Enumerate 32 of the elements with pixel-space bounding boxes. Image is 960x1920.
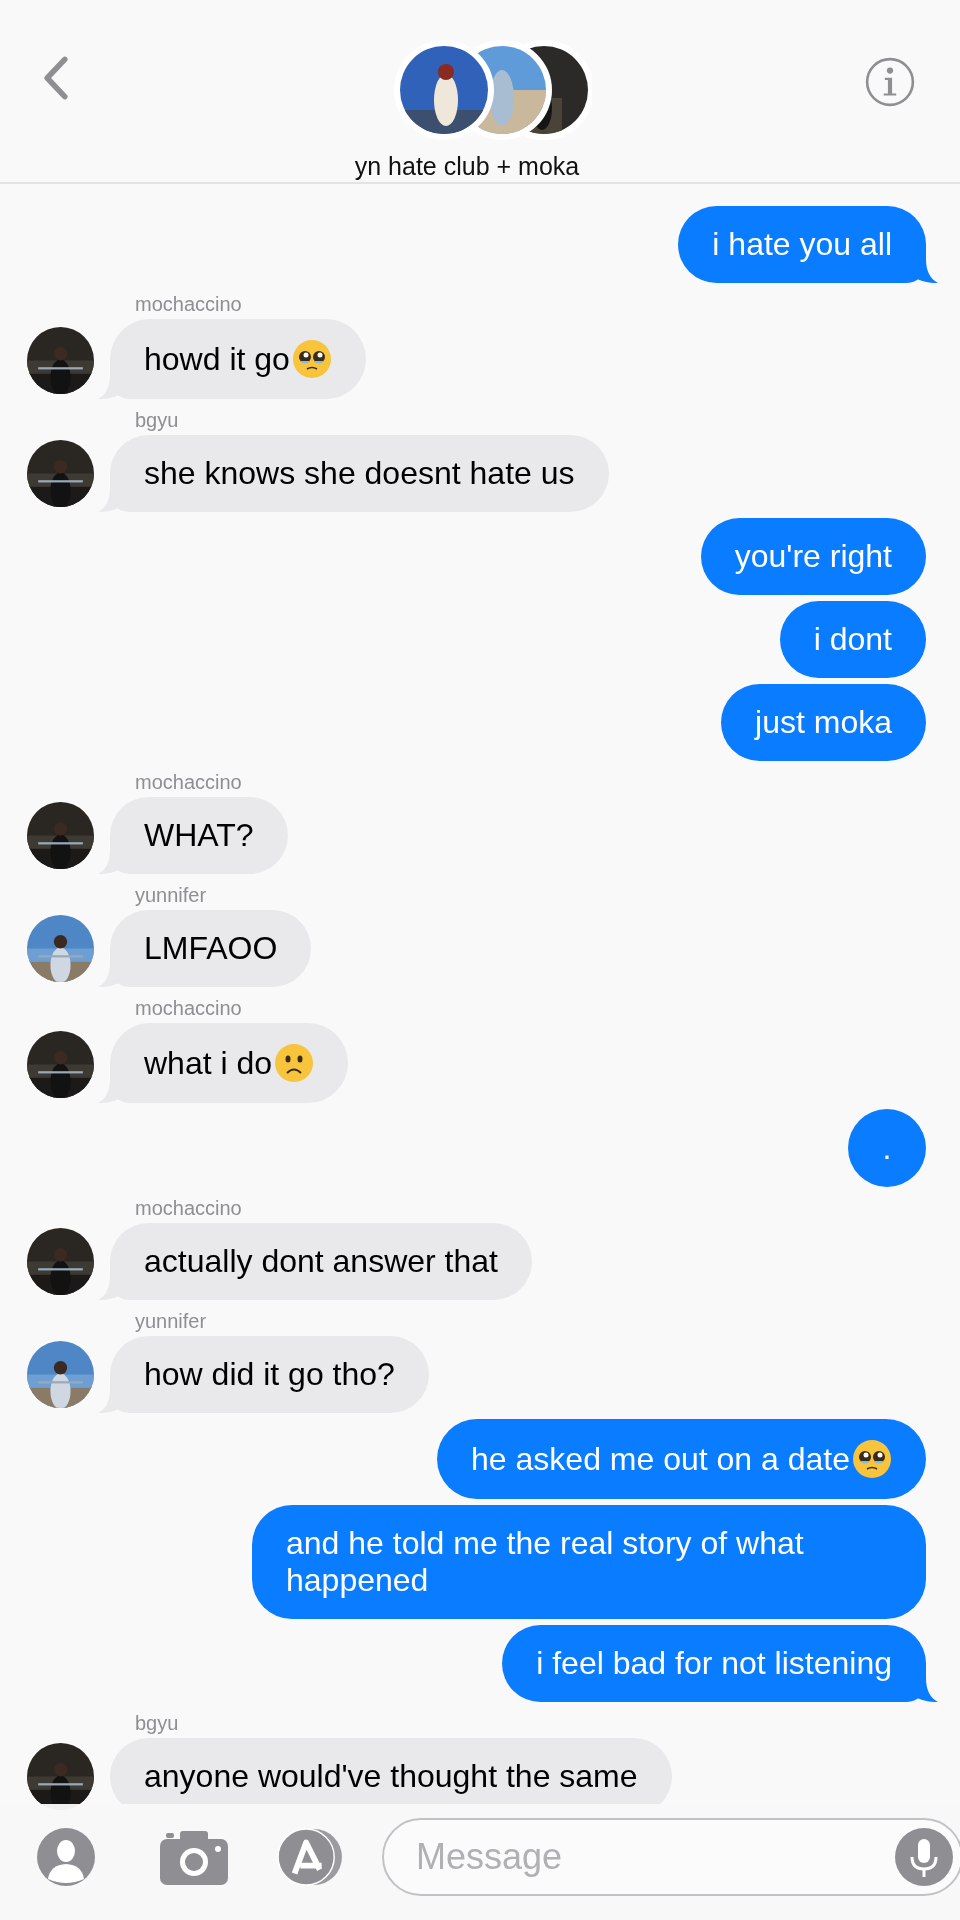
message-text: how did it go tho? (144, 1356, 395, 1393)
back-chevron-icon[interactable] (42, 56, 70, 100)
message-text: you're right (734, 538, 892, 575)
message-text: anyone would've thought the same (144, 1758, 638, 1795)
sender-name: mochaccino (135, 1197, 243, 1219)
sender-name: mochaccino (135, 293, 243, 315)
conversation-title: yn hate club + moka (354, 152, 580, 181)
message-text: LMFAOO (144, 930, 278, 967)
sender-name: yunnifer (135, 1310, 208, 1332)
message-text: howd it go (144, 340, 290, 378)
microphone-icon[interactable] (894, 1827, 954, 1887)
message-text: he asked me out on a date (471, 1440, 850, 1478)
sender-name: bgyu (135, 409, 180, 431)
message-text: actually dont answer that (144, 1243, 498, 1280)
message-text: and he told me the real story of what happened (286, 1525, 805, 1599)
sender-name: bgyu (135, 1712, 180, 1734)
info-icon[interactable] (864, 56, 916, 108)
message-text: what i do (144, 1044, 273, 1082)
sender-name: mochaccino (135, 997, 243, 1019)
sender-name: yunnifer (135, 884, 208, 906)
pleading-face-icon (291, 339, 332, 379)
contact-icon[interactable] (36, 1827, 96, 1887)
message-text: she knows she doesnt hate us (144, 455, 575, 492)
message-text: i hate you all (712, 226, 892, 263)
message-text: just moka (755, 704, 892, 741)
message-text: i dont (813, 621, 892, 658)
message-text: WHAT? (144, 817, 254, 854)
pleading-face-icon (852, 1439, 892, 1479)
sender-name: mochaccino (135, 771, 243, 793)
message-text: i feel bad for not listening (536, 1645, 892, 1682)
frowning-face-icon (274, 1043, 315, 1083)
message-text: . (882, 1129, 892, 1167)
